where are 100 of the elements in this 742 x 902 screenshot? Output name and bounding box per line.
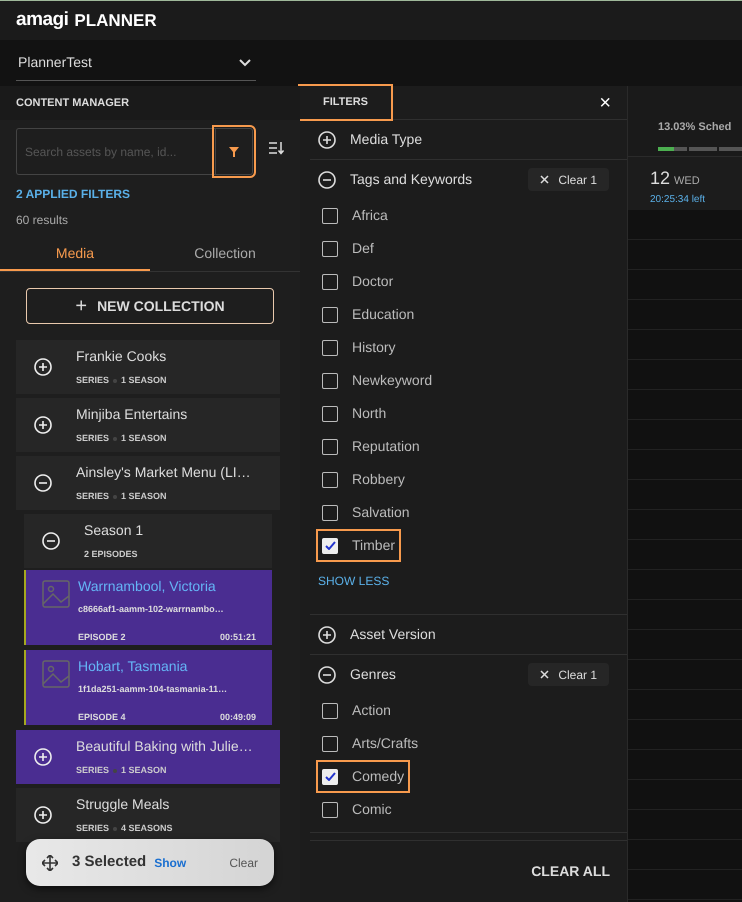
- checkbox[interactable]: [322, 438, 338, 454]
- checkbox[interactable]: [322, 240, 338, 256]
- item-meta: SERIES 1 SEASON: [76, 764, 168, 778]
- filter-option[interactable]: Education: [318, 300, 418, 329]
- filter-option[interactable]: Robbery: [318, 465, 409, 494]
- schedule-stat: 13.03% Sched: [658, 120, 732, 135]
- item-meta: SERIES 1 SEASON: [76, 374, 167, 388]
- tab[interactable]: Media: [0, 237, 150, 271]
- results-count: 60 results: [16, 212, 70, 229]
- collapse-icon[interactable]: [42, 532, 60, 550]
- tab[interactable]: Collection: [150, 237, 300, 271]
- filter-button[interactable]: [215, 128, 253, 175]
- checkbox[interactable]: [322, 802, 338, 818]
- section-title[interactable]: Asset Version: [350, 624, 436, 645]
- expand-icon[interactable]: [34, 806, 52, 824]
- checkbox[interactable]: [322, 340, 338, 356]
- season-row[interactable]: Season 1 2 EPISODES: [24, 514, 272, 568]
- close-icon: [540, 175, 550, 184]
- clear-link[interactable]: Clear: [229, 854, 258, 872]
- item-title: Season 1: [84, 521, 144, 540]
- expand-icon[interactable]: [34, 358, 52, 376]
- applied-filters-link[interactable]: 2 APPLIED FILTERS: [16, 185, 300, 203]
- filter-option[interactable]: Salvation: [318, 498, 414, 527]
- episode-title: Warrnambool, Victoria: [78, 577, 217, 596]
- expand-icon[interactable]: [34, 748, 52, 766]
- item-title: Struggle Meals: [76, 795, 170, 814]
- asset-id: c8666af1-aamm-102-warrnambo…: [78, 603, 225, 616]
- expand-icon[interactable]: [34, 416, 52, 434]
- app-title: PLANNER: [74, 10, 157, 32]
- sort-icon[interactable]: [268, 140, 284, 154]
- section-title[interactable]: Media Type: [350, 129, 422, 150]
- episode-number: EPISODE 2: [78, 630, 126, 644]
- panel-title: CONTENT MANAGER: [16, 96, 130, 111]
- item-meta: 2 EPISODES: [84, 548, 139, 562]
- show-less-link[interactable]: SHOW LESS: [318, 572, 390, 590]
- collapse-icon[interactable]: [34, 474, 52, 492]
- filter-option[interactable]: Def: [318, 234, 378, 263]
- section-title[interactable]: Genres: [350, 664, 396, 685]
- checkbox[interactable]: [322, 702, 338, 718]
- item-meta: SERIES 1 SEASON: [76, 490, 168, 504]
- show-link[interactable]: Show: [154, 854, 186, 872]
- section-title[interactable]: Tags and Keywords: [350, 169, 472, 190]
- filter-option[interactable]: Timber: [318, 531, 400, 560]
- time-remaining: 20:25:34 left: [650, 193, 706, 207]
- checkbox[interactable]: [322, 472, 338, 488]
- duration: 00:51:21: [220, 630, 256, 644]
- selected-count: 3 Selected: [72, 852, 146, 872]
- filter-option[interactable]: North: [318, 399, 390, 428]
- filter-option[interactable]: Arts/Crafts: [318, 729, 422, 758]
- item-title: Beautiful Baking with Julie…: [76, 737, 253, 756]
- close-icon: [540, 670, 550, 679]
- filter-option[interactable]: Comedy: [318, 762, 408, 791]
- clear-all-button[interactable]: CLEAR ALL: [531, 861, 610, 882]
- image-placeholder-icon: [42, 580, 70, 608]
- filter-option[interactable]: Reputation: [318, 432, 424, 461]
- close-button[interactable]: ×: [599, 92, 611, 112]
- item-title: Frankie Cooks: [76, 347, 167, 366]
- episode-title: Hobart, Tasmania: [78, 657, 188, 676]
- filter-option[interactable]: Doctor: [318, 267, 398, 296]
- duration: 00:49:09: [220, 710, 256, 724]
- item-title: Ainsley's Market Menu (LI…: [76, 463, 251, 482]
- collapse-icon[interactable]: [318, 170, 336, 188]
- logo: amagi: [16, 8, 68, 32]
- filter-option[interactable]: Comic: [318, 795, 396, 824]
- series-row[interactable]: Frankie Cooks SERIES 1 SEASON: [16, 340, 280, 394]
- chevron-down-icon: [238, 58, 252, 68]
- asset-id: 1f1da251-aamm-104-tasmania-11…: [78, 683, 228, 696]
- checkbox[interactable]: [322, 306, 338, 322]
- image-placeholder-icon: [42, 660, 70, 688]
- item-title: Minjiba Entertains: [76, 405, 188, 424]
- series-row[interactable]: Minjiba Entertains SERIES 1 SEASON: [16, 398, 280, 452]
- filter-option[interactable]: Action: [318, 696, 395, 725]
- checkbox[interactable]: [322, 736, 338, 752]
- episode-number: EPISODE 4: [78, 710, 126, 724]
- checkbox[interactable]: [322, 274, 338, 290]
- clear-button[interactable]: Clear 1: [528, 663, 609, 686]
- series-row[interactable]: Struggle Meals SERIES 4 SEASONS: [16, 788, 280, 842]
- filter-icon: [228, 146, 240, 158]
- filter-option[interactable]: Africa: [318, 201, 392, 230]
- checkbox[interactable]: [322, 372, 338, 388]
- checkbox[interactable]: [322, 504, 338, 520]
- checkbox[interactable]: [322, 208, 338, 224]
- series-row[interactable]: Ainsley's Market Menu (LI… SERIES 1 SEASON: [16, 456, 280, 510]
- episode-row[interactable]: Hobart, Tasmania 1f1da251-aamm-104-tasmania-11… EPISODE 4 00:49:09: [24, 650, 272, 725]
- clear-button[interactable]: Clear 1: [528, 168, 609, 191]
- filter-option[interactable]: History: [318, 333, 400, 362]
- weekday: WED: [674, 174, 700, 189]
- item-meta: SERIES 4 SEASONS: [76, 822, 173, 836]
- day-number: 12: [650, 167, 670, 190]
- item-meta: SERIES 1 SEASON: [76, 432, 168, 446]
- new-collection-button[interactable]: + NEW COLLECTION: [26, 288, 274, 324]
- episode-row[interactable]: Warrnambool, Victoria c8666af1-aamm-102-warrnambo… EPISODE 2 00:51:21: [24, 570, 272, 645]
- expand-icon[interactable]: [318, 626, 336, 644]
- expand-icon[interactable]: [318, 130, 336, 148]
- move-icon[interactable]: [42, 854, 58, 870]
- checkbox[interactable]: [322, 406, 338, 422]
- series-row[interactable]: Beautiful Baking with Julie… SERIES 1 SEASON: [16, 730, 280, 784]
- channel-select[interactable]: PlannerTest: [16, 45, 256, 81]
- collapse-icon[interactable]: [318, 666, 336, 684]
- filter-option[interactable]: Newkeyword: [318, 366, 436, 395]
